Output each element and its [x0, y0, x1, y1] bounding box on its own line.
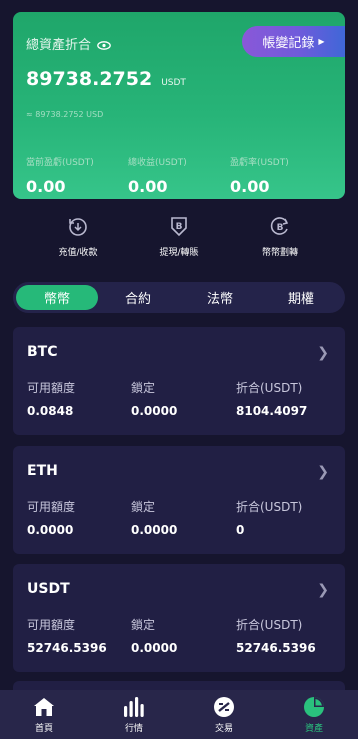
- available-value: 0.0848: [27, 404, 74, 418]
- nav-home[interactable]: 首頁: [14, 696, 74, 734]
- tab-spot[interactable]: 幣幣: [16, 285, 98, 310]
- chevron-right-icon: ❯: [317, 345, 329, 361]
- transfer-button[interactable]: B 幣幣劃轉: [240, 214, 320, 258]
- available-label: 可用額度: [27, 381, 76, 395]
- summary-title: 總資產折合: [26, 38, 92, 53]
- available-value: 52746.5396: [27, 641, 107, 655]
- stat-value: 0.00: [26, 177, 66, 196]
- market-bars-icon: [124, 697, 144, 717]
- available-label: 可用額度: [27, 500, 76, 514]
- summary-title-row: 總資產折合: [26, 34, 111, 53]
- tab-options[interactable]: 期權: [260, 285, 342, 310]
- converted-label: 折合(USDT): [236, 618, 303, 632]
- eye-icon[interactable]: [97, 39, 111, 50]
- converted-label: 折合(USDT): [236, 381, 303, 395]
- action-label: 充值/收款: [58, 248, 98, 258]
- nav-assets[interactable]: 資產: [284, 696, 344, 734]
- asset-card-btc[interactable]: BTC ❯ 可用額度 鎖定 折合(USDT) 0.0848 0.0000 810…: [13, 327, 345, 435]
- chevron-right-icon: ❯: [317, 582, 329, 598]
- bottom-nav: 首頁 行情 交易 資產: [0, 690, 358, 739]
- coin-name: USDT: [27, 581, 70, 597]
- converted-label: 折合(USDT): [236, 500, 303, 514]
- stat-total-income: 總收益(USDT) 0.00: [128, 155, 187, 196]
- withdraw-icon: B: [171, 217, 187, 237]
- nav-label: 行情: [124, 724, 143, 734]
- coin-name: BTC: [27, 344, 58, 360]
- stat-current-pnl: 當前盈虧(USDT) 0.00: [26, 155, 94, 196]
- nav-label: 資產: [304, 724, 323, 734]
- transfer-icon: B: [270, 217, 289, 235]
- locked-value: 0.0000: [131, 641, 178, 655]
- trade-icon: [214, 697, 234, 717]
- withdraw-button[interactable]: B 提現/轉賬: [139, 214, 219, 258]
- locked-value: 0.0000: [131, 523, 178, 537]
- action-label: 幣幣劃轉: [261, 248, 298, 258]
- account-tabs: 幣幣 合約 法幣 期權: [13, 282, 345, 313]
- coin-name: ETH: [27, 463, 58, 479]
- locked-label: 鎖定: [131, 618, 156, 632]
- stat-pnl-rate: 盈虧率(USDT) 0.00: [230, 155, 289, 196]
- asset-summary-card: 總資產折合 帳變記錄 ▶ 89738.2752 USDT ≈ 89738.275…: [13, 12, 345, 199]
- nav-market[interactable]: 行情: [104, 696, 164, 734]
- approx-usd: ≈ 89738.2752 USD: [26, 110, 104, 119]
- stat-label: 盈虧率(USDT): [230, 158, 289, 168]
- locked-label: 鎖定: [131, 500, 156, 514]
- home-icon: [34, 698, 54, 716]
- assets-pie-icon: [304, 697, 324, 717]
- stat-value: 0.00: [128, 177, 168, 196]
- total-balance-value: 89738.2752: [26, 68, 153, 90]
- nav-trade[interactable]: 交易: [194, 696, 254, 734]
- available-value: 0.0000: [27, 523, 74, 537]
- deposit-button[interactable]: 充值/收款: [38, 214, 118, 258]
- ledger-record-button[interactable]: 帳變記錄 ▶: [242, 26, 345, 57]
- caret-right-icon: ▶: [318, 37, 325, 46]
- stat-label: 總收益(USDT): [128, 158, 187, 168]
- chevron-right-icon: ❯: [317, 464, 329, 480]
- asset-card-eth[interactable]: ETH ❯ 可用額度 鎖定 折合(USDT) 0.0000 0.0000 0: [13, 446, 345, 554]
- locked-value: 0.0000: [131, 404, 178, 418]
- tab-fiat[interactable]: 法幣: [179, 285, 261, 310]
- nav-label: 交易: [214, 724, 233, 734]
- deposit-icon: [69, 218, 87, 236]
- nav-label: 首頁: [34, 724, 53, 734]
- tab-contract[interactable]: 合約: [97, 285, 179, 310]
- converted-value: 52746.5396: [236, 641, 316, 655]
- svg-text:B: B: [277, 223, 284, 233]
- ledger-record-label: 帳變記錄: [262, 36, 315, 51]
- svg-text:B: B: [176, 222, 183, 232]
- converted-value: 0: [236, 523, 245, 537]
- locked-label: 鎖定: [131, 381, 156, 395]
- total-balance: 89738.2752 USDT: [26, 68, 186, 90]
- available-label: 可用額度: [27, 618, 76, 632]
- quick-actions: 充值/收款 B 提現/轉賬 B 幣幣劃轉: [0, 214, 358, 268]
- action-label: 提現/轉賬: [159, 248, 199, 258]
- stat-label: 當前盈虧(USDT): [26, 158, 94, 168]
- asset-card-usdt[interactable]: USDT ❯ 可用額度 鎖定 折合(USDT) 52746.5396 0.000…: [13, 564, 345, 672]
- total-balance-unit: USDT: [161, 78, 186, 88]
- converted-value: 8104.4097: [236, 404, 308, 418]
- stat-value: 0.00: [230, 177, 270, 196]
